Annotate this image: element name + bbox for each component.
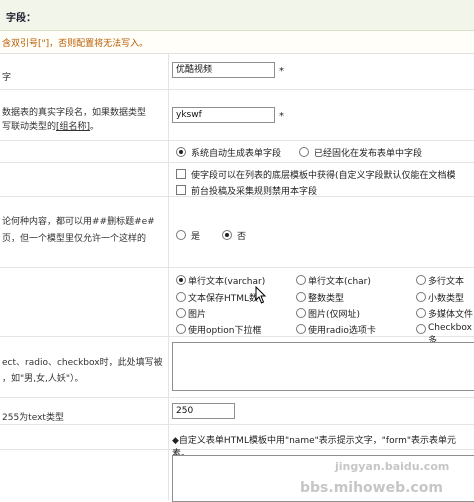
type-radio-radio[interactable] [296,324,306,334]
type-html-radio[interactable] [176,292,186,302]
auto-generate-radio[interactable] [176,147,186,157]
section-header: 字段： [0,0,474,31]
allow-html-yes-radio[interactable] [176,230,186,240]
field-name-label-line1: 数据表的真实字段名，如果数据类型 [2,108,147,118]
type-html-label: 文本保存HTML数 [188,294,259,304]
row-divider [0,89,474,90]
type-multiline-label: 多行文本 [428,277,465,287]
allow-html-no-label: 否 [237,232,247,242]
type-option-radio[interactable] [176,324,186,334]
default-value-textarea[interactable] [172,342,474,391]
watermark-mihoweb: bbs.mihoweb.com [300,480,443,496]
type-media-label: 多媒体文件 [428,310,474,320]
default-value-label-line1: ect、radio、checkbox时，此处填写被 [2,358,163,368]
column-divider [168,53,169,500]
field-name-input[interactable] [172,107,275,123]
type-checkbox-radio[interactable] [416,324,426,334]
mouse-cursor-icon [255,286,267,304]
field-name-label-prefix: 写联动类型的 [2,122,57,132]
fixed-form-radio[interactable] [299,147,309,157]
watermark-baidu: jingyan.baidu.com [335,460,450,473]
default-value-label-line2: ，如"男,女,人妖"）。 [2,374,84,384]
field-name-label-line2: 写联动类型的[组名称]。 [2,121,99,134]
type-media-radio[interactable] [416,308,426,318]
allow-html-label-line1: 论何种内容，都可以用##删标题#e# [2,217,155,227]
row-divider [0,267,474,268]
type-image-radio[interactable] [176,308,186,318]
list-template-checkbox[interactable] [176,169,186,179]
section-title: 字段： [6,13,36,24]
display-name-label: 字 [2,73,12,83]
row-divider [0,140,474,141]
type-int-radio[interactable] [296,292,306,302]
row-divider [0,336,474,337]
type-char-label: 单行文本(char) [308,277,371,287]
display-name-input[interactable] [172,62,275,78]
type-multiline-radio[interactable] [416,275,426,285]
allow-html-yes-label: 是 [191,232,201,242]
required-star: * [279,66,284,77]
allow-html-no-radio[interactable] [222,230,232,240]
field-name-label-suffix: 。 [90,122,100,132]
type-image-url-label: 图片(仅网址) [308,310,361,320]
type-radio-label: 使用radio选项卡 [308,326,376,336]
notice-text: 含双引号["]，否则配置将无法写入。 [2,39,149,49]
max-length-label: 255为text类型 [2,413,64,423]
row-divider [0,162,474,163]
type-varchar-label: 单行文本(varchar) [188,277,266,287]
type-option-label: 使用option下拉框 [188,326,262,336]
disable-submit-checkbox[interactable] [176,185,186,195]
type-char-radio[interactable] [296,275,306,285]
disable-submit-label: 前台投稿及采集规则禁用本字段 [191,187,318,197]
type-image-url-radio[interactable] [296,308,306,318]
group-name-link[interactable]: [组名称] [56,122,90,132]
row-divider [0,424,474,425]
required-star: * [279,111,284,122]
notice-bar: 含双引号["]，否则配置将无法写入。 [0,31,474,54]
type-float-label: 小数类型 [428,294,465,304]
type-float-radio[interactable] [416,292,426,302]
auto-generate-label: 系统自动生成表单字段 [191,149,282,159]
allow-html-label-line2: 页，但一个模型里仅允许一个这样的 [2,234,147,244]
type-varchar-radio[interactable] [176,275,186,285]
type-int-label: 整数类型 [308,294,345,304]
max-length-input[interactable] [172,403,235,419]
fixed-form-label: 已经固化在发布表单中字段 [314,149,423,159]
row-divider [0,397,474,398]
list-template-label: 使字段可以在列表的底层模板中获得(自定义字段默认仅能在文档模 [191,171,456,181]
type-image-label: 图片 [188,310,207,320]
